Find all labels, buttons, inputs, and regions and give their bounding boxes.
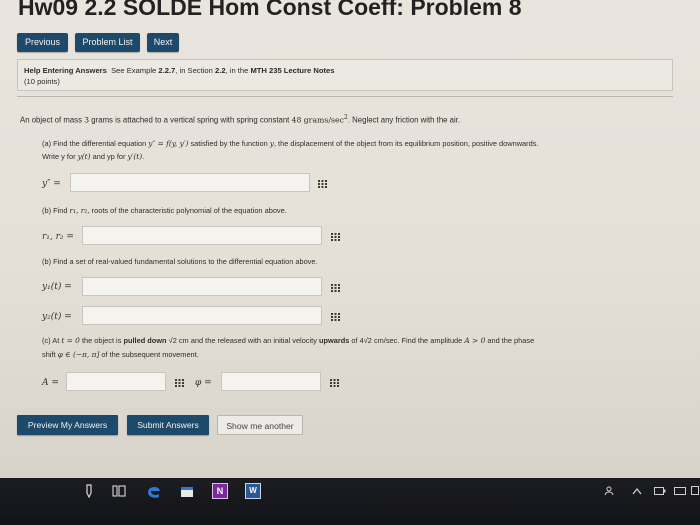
part-c-text-1: (c) At — [42, 336, 60, 345]
y1-label: y₁(t) = — [42, 282, 72, 292]
part-a-text: (a) Find the differential equation y″ = … — [42, 139, 539, 148]
part-c-line2-a: shift — [42, 350, 56, 359]
part-c-amplitude: A > 0 — [464, 336, 486, 345]
keyboard-icon[interactable] — [674, 487, 686, 495]
part-c-upwards: upwards — [318, 336, 350, 345]
webwork-page: Hw09 2.2 SOLDE Hom Const Coeff: Problem … — [0, 0, 700, 478]
equation-editor-icon[interactable] — [318, 180, 327, 188]
preview-answers-button[interactable]: Preview My Answers — [17, 415, 118, 435]
section-link[interactable]: 2.2 — [215, 66, 226, 75]
part-c-text-2: the object is — [81, 336, 122, 345]
lecture-notes-link[interactable]: MTH 235 Lecture Notes — [250, 66, 334, 75]
notification-icon[interactable] — [691, 486, 699, 496]
part-c-pulled-down: pulled down — [123, 336, 167, 345]
chevron-up-icon[interactable] — [632, 487, 642, 495]
help-in-section-text: , in Section — [175, 66, 213, 75]
help-see-text: See Example — [111, 66, 157, 75]
spring-constant-value: 48 — [291, 115, 302, 125]
part-a-line2-c: . — [142, 152, 145, 161]
equation-editor-icon[interactable] — [331, 313, 340, 321]
store-icon[interactable] — [179, 483, 195, 499]
edge-icon[interactable] — [146, 483, 162, 499]
part-a-line2-a: Write y for — [42, 152, 76, 161]
equation-editor-icon[interactable] — [331, 233, 340, 241]
part-a-equation: y″ = f(y, y′) — [148, 139, 189, 148]
equation-editor-icon[interactable] — [331, 284, 340, 292]
intro-text: An object of mass — [20, 115, 82, 125]
equation-editor-icon[interactable] — [175, 379, 184, 387]
divider — [17, 96, 673, 97]
help-line: Help Entering Answers See Example 2.2.7,… — [24, 66, 334, 75]
previous-button[interactable]: Previous — [17, 33, 68, 52]
part-c-text-3: √2 cm and the released with an initial v… — [168, 336, 317, 345]
roots-input[interactable] — [82, 226, 322, 245]
next-button[interactable]: Next — [147, 33, 179, 52]
amplitude-input[interactable] — [66, 372, 166, 391]
part-b1-roots: r₁, r₂, — [69, 206, 90, 215]
part-c-text-4: of 4√2 cm/sec. Find the amplitude — [351, 336, 463, 345]
roots-label: r₁, r₂ = — [42, 232, 74, 242]
intro-text-3: . Neglect any friction with the air. — [347, 115, 461, 125]
points-label: (10 points) — [24, 77, 60, 86]
part-b1-text-a: (b) Find — [42, 206, 68, 215]
y2-input[interactable] — [82, 306, 322, 325]
part-b-roots-text: (b) Find r₁, r₂, roots of the characteri… — [42, 206, 287, 215]
part-a-ypt: y′(t) — [127, 152, 143, 161]
page-title: Hw09 2.2 SOLDE Hom Const Coeff: Problem … — [18, 0, 522, 20]
part-b1-text-b: roots of the characteristic polynomial o… — [91, 206, 287, 215]
part-c-text: (c) At t = 0 the object is pulled down √… — [42, 336, 534, 345]
phase-input[interactable] — [221, 372, 321, 391]
pen-icon[interactable] — [84, 484, 94, 498]
part-a-line2-b: and yp for — [92, 152, 126, 161]
intro-text-2: grams is attached to a vertical spring w… — [91, 115, 290, 125]
battery-icon[interactable] — [654, 486, 666, 496]
spring-units: grams/sec — [303, 115, 344, 125]
y1-input[interactable] — [82, 277, 322, 296]
part-a-text-3: , the displacement of the object from it… — [273, 139, 539, 148]
part-a-text-line2: Write y for y(t) and yp for y′(t). — [42, 152, 144, 161]
ypp-input[interactable] — [70, 173, 310, 192]
part-c-line2-b: of the subsequent movement. — [101, 350, 199, 359]
phase-label: φ = — [195, 378, 212, 388]
part-a-yt: y(t) — [77, 152, 91, 161]
help-in-the-text: , in the — [225, 66, 249, 75]
show-another-button[interactable]: Show me another — [217, 415, 303, 435]
part-a-text-2: satisfied by the function — [190, 139, 268, 148]
example-link[interactable]: 2.2.7 — [158, 66, 175, 75]
part-c-text-line2: shift φ ∈ (−π, π] of the subsequent move… — [42, 350, 199, 359]
part-c-text-5: and the phase — [487, 336, 535, 345]
amplitude-label: A = — [42, 378, 59, 388]
equation-editor-icon[interactable] — [330, 379, 339, 387]
y2-label: y₂(t) = — [42, 312, 72, 322]
ypp-label: y″ = — [42, 179, 61, 189]
mass-value: 3 — [84, 115, 90, 125]
part-b-solutions-text: (b) Find a set of real-valued fundamenta… — [42, 257, 318, 266]
problem-list-button[interactable]: Problem List — [75, 33, 140, 52]
people-icon[interactable] — [604, 486, 618, 496]
part-a-text-1: (a) Find the differential equation — [42, 139, 147, 148]
help-entering-answers-link[interactable]: Help Entering Answers — [24, 66, 107, 75]
task-view-icon[interactable] — [112, 485, 126, 497]
onenote-icon[interactable]: N — [212, 483, 228, 499]
taskbar: N W — [0, 478, 700, 525]
help-box: Help Entering Answers See Example 2.2.7,… — [17, 59, 673, 91]
word-icon[interactable]: W — [245, 483, 261, 499]
part-c-t0: t = 0 — [61, 336, 80, 345]
submit-answers-button[interactable]: Submit Answers — [127, 415, 209, 435]
part-c-phi: φ ∈ (−π, π] — [57, 350, 100, 359]
problem-intro: An object of mass 3 grams is attached to… — [20, 114, 460, 125]
